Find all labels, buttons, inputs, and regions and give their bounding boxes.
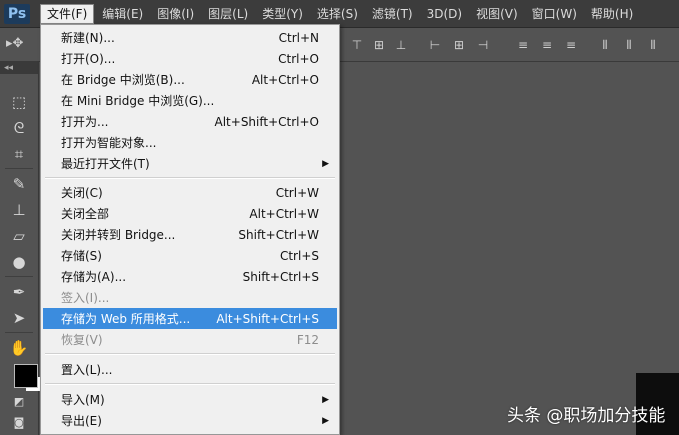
menu-item-open[interactable]: 打开(O)... Ctrl+O [43,48,337,69]
swap-colors-icon[interactable]: ◩ [9,392,29,412]
menu-separator [45,177,335,179]
menu-item-close-go-bridge[interactable]: 关闭并转到 Bridge... Shift+Ctrl+W [43,224,337,245]
menu-type[interactable]: 类型(Y) [256,4,309,24]
menu-item-open-as[interactable]: 打开为... Alt+Shift+Ctrl+O [43,111,337,132]
menu-item-open-smart-object[interactable]: 打开为智能对象... [43,132,337,153]
lasso-tool-icon[interactable]: ᘓ [9,118,29,138]
menu-3d[interactable]: 3D(D) [421,4,468,24]
submenu-arrow-icon: ▶ [322,415,329,426]
submenu-arrow-icon: ▶ [322,158,329,169]
tool-separator [5,168,33,169]
path-selection-icon[interactable]: ➤ [9,308,29,328]
align-left-icon[interactable]: ⊢ [428,38,442,52]
eraser-tool-icon[interactable]: ▱ [9,226,29,246]
menu-view[interactable]: 视图(V) [470,4,524,24]
align-top-icon[interactable]: ⊤ [350,38,364,52]
submenu-arrow-icon: ▶ [322,394,329,405]
menu-item-browse-bridge[interactable]: 在 Bridge 中浏览(B)... Alt+Ctrl+O [43,69,337,90]
menu-edit[interactable]: 编辑(E) [96,4,149,24]
menu-item-close-all[interactable]: 关闭全部 Alt+Ctrl+W [43,203,337,224]
quick-mask-icon[interactable]: ◙ [9,413,29,433]
menu-separator [45,353,335,355]
menu-item-new[interactable]: 新建(N)... Ctrl+N [43,27,337,48]
stamp-tool-icon[interactable]: ⊥ [9,200,29,220]
menu-file[interactable]: 文件(F) [40,3,95,24]
panel-collapse-grip[interactable]: ◂◂ [0,62,38,74]
healing-brush-icon[interactable]: ✎ [9,174,29,194]
foreground-color-swatch[interactable] [14,364,38,388]
distribute-hcenter-icon[interactable]: ⫴ [622,38,636,52]
align-bottom-icon[interactable]: ⊥ [394,38,408,52]
distribute-vcenter-icon[interactable]: ≡ [540,38,554,52]
move-tool-icon[interactable]: ▸✥ [6,36,23,51]
menu-layer[interactable]: 图层(L) [202,4,254,24]
tool-separator [5,332,33,333]
menu-separator [45,383,335,385]
menu-item-save-as[interactable]: 存储为(A)... Shift+Ctrl+S [43,266,337,287]
blur-tool-icon[interactable]: ● [9,252,29,272]
distribute-top-icon[interactable]: ≡ [516,38,530,52]
menu-item-place[interactable]: 置入(L)... [43,359,337,380]
file-menu-dropdown: 新建(N)... Ctrl+N 打开(O)... Ctrl+O 在 Bridge 中… [40,24,340,435]
align-hcenter-icon[interactable]: ⊞ [452,38,466,52]
hand-tool-icon[interactable]: ✋ [9,338,29,358]
menu-item-recent-files[interactable]: 最近打开文件(T) ▶ [43,153,337,174]
pen-tool-icon[interactable]: ✒ [9,282,29,302]
distribute-left-icon[interactable]: ⫴ [598,38,612,52]
tool-separator [5,276,33,277]
menu-filter[interactable]: 滤镜(T) [366,4,419,24]
menu-item-import[interactable]: 导入(M) ▶ [43,389,337,410]
align-right-icon[interactable]: ⊣ [476,38,490,52]
menu-item-check-in: 签入(I)... [61,291,110,305]
menu-item-close[interactable]: 关闭(C) Ctrl+W [43,182,337,203]
crop-tool-icon[interactable]: ⌗ [9,144,29,164]
menu-select[interactable]: 选择(S) [311,4,364,24]
watermark-text: 头条 @职场加分技能 [507,406,666,426]
align-vcenter-icon[interactable]: ⊞ [372,38,386,52]
distribute-right-icon[interactable]: ⫴ [646,38,660,52]
menu-item-save[interactable]: 存储(S) Ctrl+S [43,245,337,266]
menu-image[interactable]: 图像(I) [151,4,200,24]
menu-item-browse-mini-bridge[interactable]: 在 Mini Bridge 中浏览(G)... [43,90,337,111]
menu-item-export[interactable]: 导出(E) ▶ [43,410,337,431]
marquee-tool-icon[interactable]: ⬚ [9,92,29,112]
menu-window[interactable]: 窗口(W) [526,4,583,24]
distribute-bottom-icon[interactable]: ≡ [564,38,578,52]
menu-help[interactable]: 帮助(H) [585,4,639,24]
menu-item-save-for-web[interactable]: 存储为 Web 所用格式... Alt+Shift+Ctrl+S [43,308,337,329]
menu-item-revert: 恢复(V) F12 [61,332,319,348]
photoshop-logo: Ps [4,3,30,24]
